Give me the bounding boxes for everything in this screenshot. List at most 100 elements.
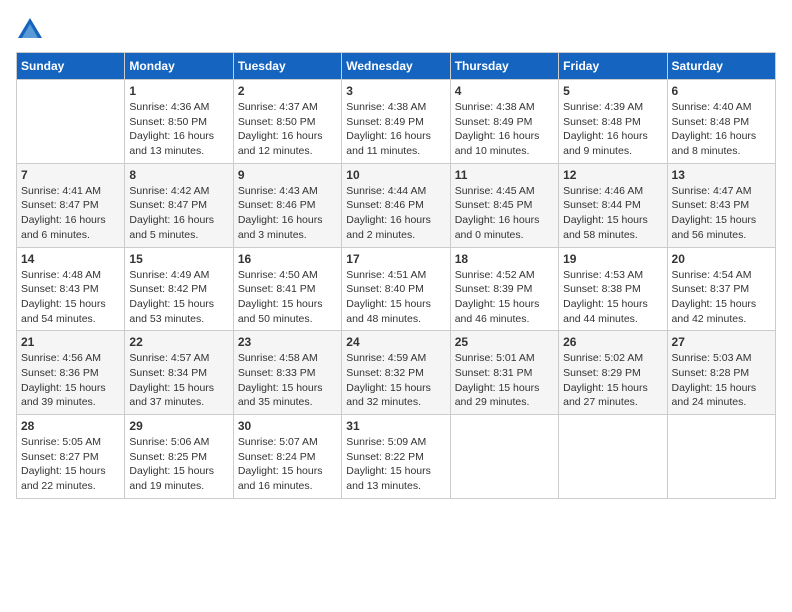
day-number: 8 (129, 168, 228, 182)
day-info: Sunrise: 5:05 AMSunset: 8:27 PMDaylight:… (21, 435, 120, 494)
day-cell: 3 Sunrise: 4:38 AMSunset: 8:49 PMDaylight… (342, 80, 450, 164)
day-cell: 23 Sunrise: 4:58 AMSunset: 8:33 PMDayligh… (233, 331, 341, 415)
day-cell: 6 Sunrise: 4:40 AMSunset: 8:48 PMDaylight… (667, 80, 775, 164)
day-cell: 25 Sunrise: 5:01 AMSunset: 8:31 PMDayligh… (450, 331, 558, 415)
day-info: Sunrise: 4:48 AMSunset: 8:43 PMDaylight:… (21, 268, 120, 327)
logo (16, 16, 46, 44)
day-number: 14 (21, 252, 120, 266)
day-cell: 10 Sunrise: 4:44 AMSunset: 8:46 PMDayligh… (342, 163, 450, 247)
day-number: 2 (238, 84, 337, 98)
day-info: Sunrise: 4:40 AMSunset: 8:48 PMDaylight:… (672, 100, 771, 159)
day-cell: 22 Sunrise: 4:57 AMSunset: 8:34 PMDayligh… (125, 331, 233, 415)
day-info: Sunrise: 4:41 AMSunset: 8:47 PMDaylight:… (21, 184, 120, 243)
day-cell: 27 Sunrise: 5:03 AMSunset: 8:28 PMDayligh… (667, 331, 775, 415)
day-cell (667, 415, 775, 499)
week-row-4: 21Sunrise: 4:56 AMSunset: 8:36 PMDayligh… (17, 331, 776, 415)
day-number: 27 (672, 335, 771, 349)
day-number: 1 (129, 84, 228, 98)
day-cell: 26 Sunrise: 5:02 AMSunset: 8:29 PMDayligh… (559, 331, 667, 415)
col-header-monday: Monday (125, 53, 233, 80)
day-info: Sunrise: 4:38 AMSunset: 8:49 PMDaylight:… (455, 100, 554, 159)
day-info: Sunrise: 4:53 AMSunset: 8:38 PMDaylight:… (563, 268, 662, 327)
day-info: Sunrise: 4:52 AMSunset: 8:39 PMDaylight:… (455, 268, 554, 327)
day-info: Sunrise: 4:44 AMSunset: 8:46 PMDaylight:… (346, 184, 445, 243)
day-number: 19 (563, 252, 662, 266)
day-info: Sunrise: 5:06 AMSunset: 8:25 PMDaylight:… (129, 435, 228, 494)
logo-icon (16, 16, 44, 44)
day-cell: 24Sunrise: 4:59 AMSunset: 8:32 PMDayligh… (342, 331, 450, 415)
day-cell: 17Sunrise: 4:51 AMSunset: 8:40 PMDayligh… (342, 247, 450, 331)
day-number: 7 (21, 168, 120, 182)
day-info: Sunrise: 4:47 AMSunset: 8:43 PMDaylight:… (672, 184, 771, 243)
day-number: 15 (129, 252, 228, 266)
day-info: Sunrise: 4:46 AMSunset: 8:44 PMDaylight:… (563, 184, 662, 243)
day-cell: 13 Sunrise: 4:47 AMSunset: 8:43 PMDayligh… (667, 163, 775, 247)
calendar-table: SundayMondayTuesdayWednesdayThursdayFrid… (16, 52, 776, 499)
day-cell: 8Sunrise: 4:42 AMSunset: 8:47 PMDaylight… (125, 163, 233, 247)
day-number: 24 (346, 335, 445, 349)
day-number: 18 (455, 252, 554, 266)
col-header-friday: Friday (559, 53, 667, 80)
day-number: 9 (238, 168, 337, 182)
header-row: SundayMondayTuesdayWednesdayThursdayFrid… (17, 53, 776, 80)
day-number: 26 (563, 335, 662, 349)
col-header-tuesday: Tuesday (233, 53, 341, 80)
day-number: 12 (563, 168, 662, 182)
day-number: 22 (129, 335, 228, 349)
col-header-wednesday: Wednesday (342, 53, 450, 80)
day-cell: 2 Sunrise: 4:37 AMSunset: 8:50 PMDaylight… (233, 80, 341, 164)
day-info: Sunrise: 4:57 AMSunset: 8:34 PMDaylight:… (129, 351, 228, 410)
day-info: Sunrise: 4:51 AMSunset: 8:40 PMDaylight:… (346, 268, 445, 327)
day-cell: 4 Sunrise: 4:38 AMSunset: 8:49 PMDaylight… (450, 80, 558, 164)
day-cell: 11Sunrise: 4:45 AMSunset: 8:45 PMDayligh… (450, 163, 558, 247)
day-cell (450, 415, 558, 499)
day-info: Sunrise: 5:09 AMSunset: 8:22 PMDaylight:… (346, 435, 445, 494)
day-number: 23 (238, 335, 337, 349)
day-cell: 28 Sunrise: 5:05 AMSunset: 8:27 PMDayligh… (17, 415, 125, 499)
day-info: Sunrise: 4:50 AMSunset: 8:41 PMDaylight:… (238, 268, 337, 327)
day-info: Sunrise: 4:58 AMSunset: 8:33 PMDaylight:… (238, 351, 337, 410)
day-cell: 29 Sunrise: 5:06 AMSunset: 8:25 PMDayligh… (125, 415, 233, 499)
page-header (16, 16, 776, 44)
day-number: 5 (563, 84, 662, 98)
day-cell: 20Sunrise: 4:54 AMSunset: 8:37 PMDayligh… (667, 247, 775, 331)
day-info: Sunrise: 4:36 AMSunset: 8:50 PMDaylight:… (129, 100, 228, 159)
day-number: 25 (455, 335, 554, 349)
week-row-2: 7 Sunrise: 4:41 AMSunset: 8:47 PMDaylight… (17, 163, 776, 247)
day-info: Sunrise: 4:49 AMSunset: 8:42 PMDaylight:… (129, 268, 228, 327)
day-number: 3 (346, 84, 445, 98)
day-cell: 9 Sunrise: 4:43 AMSunset: 8:46 PMDaylight… (233, 163, 341, 247)
week-row-5: 28 Sunrise: 5:05 AMSunset: 8:27 PMDayligh… (17, 415, 776, 499)
day-info: Sunrise: 5:02 AMSunset: 8:29 PMDaylight:… (563, 351, 662, 410)
day-number: 29 (129, 419, 228, 433)
day-cell: 12 Sunrise: 4:46 AMSunset: 8:44 PMDayligh… (559, 163, 667, 247)
day-cell: 18 Sunrise: 4:52 AMSunset: 8:39 PMDayligh… (450, 247, 558, 331)
day-info: Sunrise: 4:38 AMSunset: 8:49 PMDaylight:… (346, 100, 445, 159)
day-number: 28 (21, 419, 120, 433)
col-header-saturday: Saturday (667, 53, 775, 80)
day-cell: 14 Sunrise: 4:48 AMSunset: 8:43 PMDayligh… (17, 247, 125, 331)
day-number: 10 (346, 168, 445, 182)
day-cell: 30Sunrise: 5:07 AMSunset: 8:24 PMDayligh… (233, 415, 341, 499)
col-header-thursday: Thursday (450, 53, 558, 80)
day-info: Sunrise: 4:37 AMSunset: 8:50 PMDaylight:… (238, 100, 337, 159)
day-number: 31 (346, 419, 445, 433)
day-cell: 31 Sunrise: 5:09 AMSunset: 8:22 PMDayligh… (342, 415, 450, 499)
day-cell: 1 Sunrise: 4:36 AMSunset: 8:50 PMDaylight… (125, 80, 233, 164)
week-row-3: 14 Sunrise: 4:48 AMSunset: 8:43 PMDayligh… (17, 247, 776, 331)
day-cell: 15 Sunrise: 4:49 AMSunset: 8:42 PMDayligh… (125, 247, 233, 331)
day-number: 21 (21, 335, 120, 349)
day-cell (17, 80, 125, 164)
day-number: 6 (672, 84, 771, 98)
day-cell: 7 Sunrise: 4:41 AMSunset: 8:47 PMDaylight… (17, 163, 125, 247)
day-cell: 21Sunrise: 4:56 AMSunset: 8:36 PMDayligh… (17, 331, 125, 415)
week-row-1: 1 Sunrise: 4:36 AMSunset: 8:50 PMDaylight… (17, 80, 776, 164)
day-cell: 16Sunrise: 4:50 AMSunset: 8:41 PMDayligh… (233, 247, 341, 331)
day-info: Sunrise: 5:01 AMSunset: 8:31 PMDaylight:… (455, 351, 554, 410)
day-info: Sunrise: 5:07 AMSunset: 8:24 PMDaylight:… (238, 435, 337, 494)
day-info: Sunrise: 5:03 AMSunset: 8:28 PMDaylight:… (672, 351, 771, 410)
day-info: Sunrise: 4:43 AMSunset: 8:46 PMDaylight:… (238, 184, 337, 243)
day-number: 13 (672, 168, 771, 182)
day-number: 4 (455, 84, 554, 98)
day-info: Sunrise: 4:39 AMSunset: 8:48 PMDaylight:… (563, 100, 662, 159)
